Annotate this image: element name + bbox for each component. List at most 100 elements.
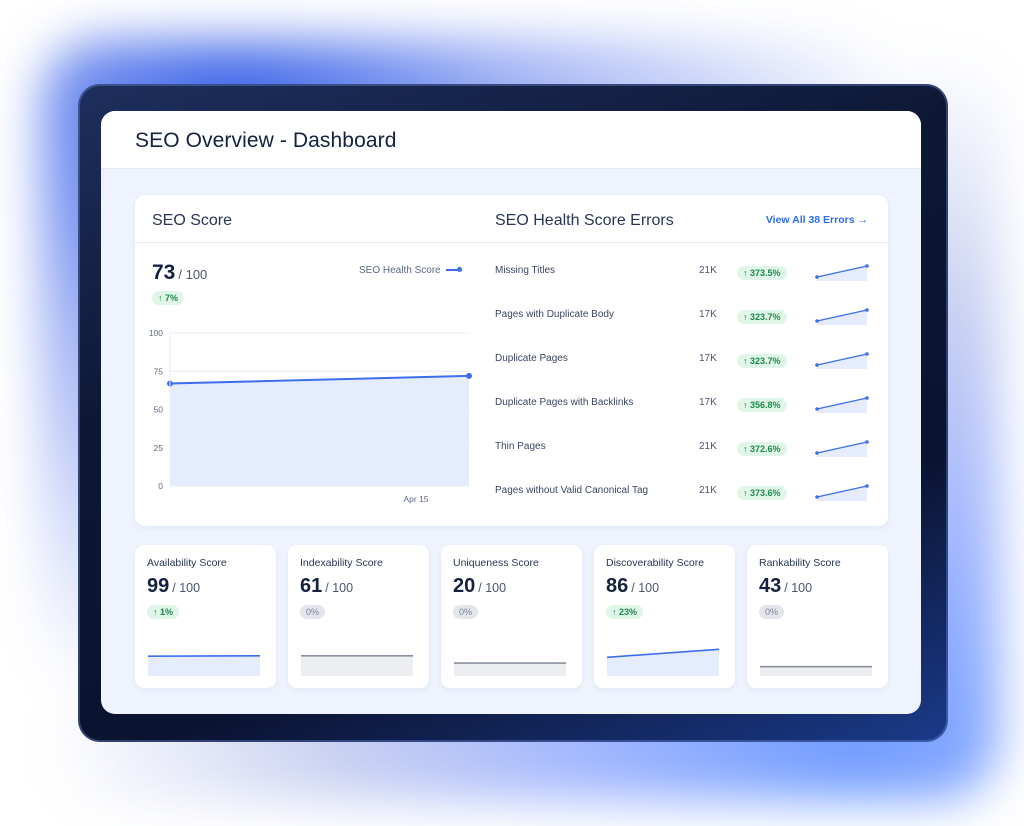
error-row[interactable]: Duplicate Pages with Backlinks 17K ↑ 356.8… (495, 393, 875, 413)
sparkline-end-point (865, 440, 869, 444)
error-sparkline (815, 396, 869, 413)
score-number: 73 (152, 261, 176, 284)
sparkline-start-point (815, 319, 819, 323)
error-name: Thin Pages (495, 441, 546, 452)
error-change: ↑ 323.7% (737, 307, 787, 325)
error-change: ↑ 373.5% (737, 263, 787, 281)
change-badge: ↑ 1% (147, 605, 180, 619)
y-tick-label: 50 (154, 405, 164, 415)
error-name: Pages with Duplicate Body (495, 309, 614, 320)
score-number: 99 (147, 575, 170, 597)
sparkline-start-point (815, 495, 819, 499)
score-card-chart (607, 648, 719, 676)
error-row[interactable]: Pages with Duplicate Body 17K ↑ 323.7% (495, 305, 875, 325)
error-sparkline (815, 440, 869, 457)
change-badge: 0% (300, 605, 326, 619)
chart-area (170, 375, 469, 486)
change-badge: ↑ 372.6% (737, 442, 787, 456)
y-tick-label: 75 (154, 366, 164, 376)
score-max: / 100 (631, 581, 660, 595)
sparkline-start-point (815, 275, 819, 279)
chart-point (466, 372, 472, 379)
score-card-title: Indexability Score (300, 557, 383, 569)
error-change: ↑ 373.6% (737, 483, 787, 501)
score-card-value: 86/ 100 (606, 575, 659, 598)
score-card-title: Rankability Score (759, 557, 841, 569)
sparkline-end-point (865, 484, 869, 488)
score-card[interactable]: Availability Score 99/ 100 ↑ 1% (135, 545, 276, 688)
score-number: 43 (759, 575, 782, 597)
score-card-change: 0% (759, 602, 785, 620)
error-row[interactable]: Thin Pages 21K ↑ 372.6% (495, 437, 875, 457)
score-max: / 100 (178, 267, 208, 282)
sparkline-start-point (815, 363, 819, 367)
y-tick-label: 25 (154, 443, 164, 453)
error-sparkline (815, 484, 869, 501)
score-card-chart (301, 655, 413, 676)
sparkline-end-point (865, 264, 869, 268)
change-badge: ↑ 323.7% (737, 354, 787, 368)
error-count: 21K (699, 265, 717, 276)
y-tick-label: 100 (149, 328, 163, 338)
change-badge: ↑ 7% (152, 291, 185, 305)
seo-score-value: 73/ 100 (152, 261, 207, 285)
sparkline-end-point (865, 308, 869, 312)
error-change: ↑ 356.8% (737, 395, 787, 413)
error-count: 17K (699, 353, 717, 364)
change-badge: ↑ 23% (606, 605, 644, 619)
score-card-area (760, 666, 872, 676)
score-card-area (454, 663, 566, 676)
view-all-errors-link[interactable]: View All 38 Errors → (766, 214, 868, 226)
error-count: 17K (699, 397, 717, 408)
score-max: / 100 (325, 581, 354, 595)
chart-legend: SEO Health Score (359, 265, 462, 276)
score-card-chart (454, 662, 566, 676)
score-card-change: 0% (300, 602, 326, 620)
error-name: Missing Titles (495, 265, 556, 276)
error-change: ↑ 372.6% (737, 439, 787, 457)
score-card-value: 61/ 100 (300, 575, 353, 598)
score-card-value: 99/ 100 (147, 575, 200, 598)
change-badge: 0% (759, 605, 785, 619)
score-card[interactable]: Indexability Score 61/ 100 0% (288, 545, 429, 688)
error-sparkline (815, 308, 869, 325)
error-count: 21K (699, 485, 717, 496)
sparkline-end-point (865, 396, 869, 400)
error-sparkline (815, 264, 869, 281)
score-card-chart (148, 655, 260, 676)
dashboard-screen: SEO Overview - Dashboard SEO Score SEO H… (101, 111, 921, 714)
score-card-area (301, 655, 413, 676)
score-card[interactable]: Uniqueness Score 20/ 100 0% (441, 545, 582, 688)
score-number: 86 (606, 575, 629, 597)
seo-overview-card: SEO Score SEO Health Score Errors View A… (135, 195, 888, 526)
error-row[interactable]: Pages without Valid Canonical Tag 21K ↑ 37… (495, 481, 875, 501)
legend-line-icon (445, 267, 462, 273)
score-number: 61 (300, 575, 323, 597)
score-card-title: Uniqueness Score (453, 557, 539, 569)
error-count: 21K (699, 441, 717, 452)
score-card-change: 0% (453, 602, 479, 620)
change-badge: ↑ 373.6% (737, 486, 787, 500)
error-row[interactable]: Missing Titles 21K ↑ 373.5% (495, 261, 875, 281)
change-badge: ↑ 356.8% (737, 398, 787, 412)
score-card-chart (760, 665, 872, 676)
score-card-title: Availability Score (147, 557, 227, 569)
score-max: / 100 (784, 581, 813, 595)
score-change-badge: ↑ 7% (152, 288, 185, 306)
error-row[interactable]: Duplicate Pages 17K ↑ 323.7% (495, 349, 875, 369)
top-bar: SEO Overview - Dashboard (101, 111, 921, 169)
score-card[interactable]: Discoverability Score 86/ 100 ↑ 23% (594, 545, 735, 688)
error-sparkline (815, 352, 869, 369)
score-card-title: Discoverability Score (606, 557, 705, 569)
error-name: Duplicate Pages (495, 353, 568, 364)
score-card[interactable]: Rankability Score 43/ 100 0% (747, 545, 888, 688)
score-number: 20 (453, 575, 476, 597)
legend-label: SEO Health Score (359, 265, 441, 276)
y-tick-label: 0 (158, 481, 163, 491)
seo-score-chart: 100 75 50 25 0 Apr 15 (149, 328, 472, 504)
score-card-change: ↑ 1% (147, 602, 180, 620)
error-change: ↑ 323.7% (737, 351, 787, 369)
sparkline-start-point (815, 451, 819, 455)
error-count: 17K (699, 309, 717, 320)
change-badge: ↑ 323.7% (737, 310, 787, 324)
